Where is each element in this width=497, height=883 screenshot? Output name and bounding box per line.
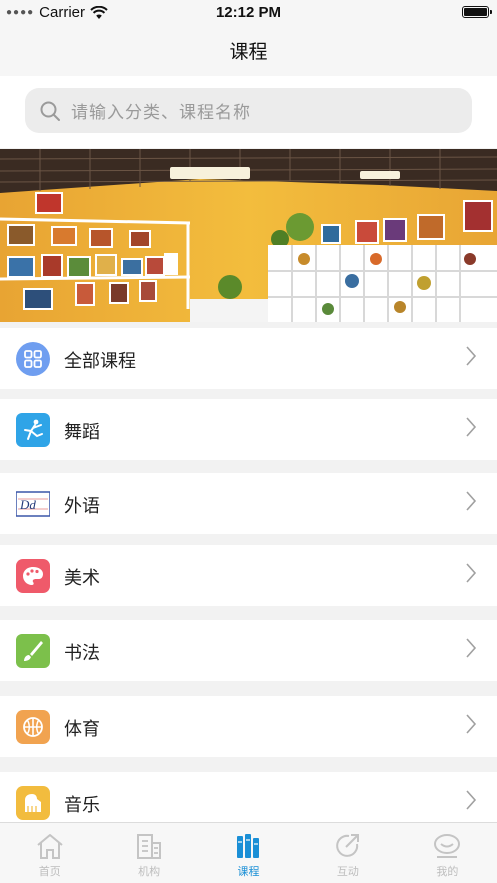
chevron-right-icon [466,714,477,734]
tab-label: 我的 [436,865,459,878]
banner-image[interactable] [0,149,497,322]
profile-icon [432,831,462,861]
category-label: 外语 [64,496,100,517]
tab-interaction[interactable]: 互动 [298,823,397,883]
category-label: 体育 [64,719,100,740]
tab-courses[interactable]: 课程 [199,823,298,883]
category-row-dance[interactable]: 舞蹈 [0,399,497,460]
classroom-photo [0,149,497,322]
category-row-sports[interactable]: 体育 [0,696,497,757]
home-icon [35,831,65,861]
building-icon [134,831,164,861]
grid-icon [16,342,50,376]
palette-icon [16,559,50,593]
page-title: 课程 [229,40,268,63]
status-time: 12:12 PM [215,4,282,21]
chevron-right-icon [466,417,477,437]
piano-icon [16,786,50,820]
tab-label: 课程 [237,865,260,878]
brush-icon [16,634,50,668]
category-label: 音乐 [64,795,100,816]
search-area: 请输入分类、课程名称 [0,76,497,148]
svg-text:Dd: Dd [19,497,36,512]
books-icon [234,831,264,861]
tab-home[interactable]: 首页 [0,823,99,883]
chevron-right-icon [466,491,477,511]
basketball-icon [16,710,50,744]
chevron-right-icon [466,638,477,658]
search-icon [39,100,61,122]
nav-bar: 课程 [0,24,497,76]
chevron-right-icon [466,563,477,583]
category-label: 舞蹈 [64,422,100,443]
status-bar: ●●●● Carrier 12:12 PM [0,0,497,24]
tab-profile[interactable]: 我的 [398,823,497,883]
battery-icon [462,6,492,18]
category-label: 美术 [64,568,100,589]
category-label: 全部课程 [64,351,136,372]
category-row-art[interactable]: 美术 [0,545,497,606]
tab-label: 互动 [336,865,359,878]
category-row-language[interactable]: Dd 外语 [0,473,497,534]
dancer-icon [16,413,50,447]
tab-institution[interactable]: 机构 [99,823,198,883]
category-row-calligraphy[interactable]: 书法 [0,620,497,681]
letters-dd-icon: Dd [16,487,50,521]
tab-bar: 首页 机构 课程 互动 我的 [0,822,497,883]
category-label: 书法 [64,643,100,664]
chevron-right-icon [466,346,477,366]
share-icon [333,831,363,861]
search-input[interactable]: 请输入分类、课程名称 [25,88,472,133]
category-row-all[interactable]: 全部课程 [0,328,497,389]
search-placeholder: 请输入分类、课程名称 [71,103,251,123]
tab-label: 机构 [138,865,161,878]
tab-label: 首页 [38,865,61,878]
chevron-right-icon [466,790,477,810]
